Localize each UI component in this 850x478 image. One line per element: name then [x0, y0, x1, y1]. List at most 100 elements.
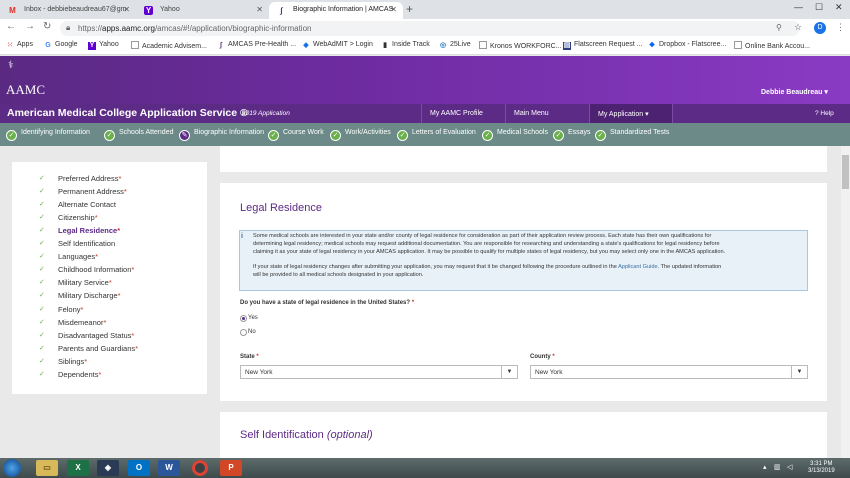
step-standardized-tests[interactable]: ✓ Standardized Tests [595, 129, 669, 141]
aamc-logo[interactable]: AAMC [6, 82, 45, 98]
bookmark-yahoo[interactable]: Y Yahoo [88, 41, 119, 50]
maximize-button[interactable]: ☐ [815, 2, 823, 13]
start-button[interactable] [3, 459, 21, 477]
check-icon: ✓ [553, 130, 564, 141]
tray-arrow-icon[interactable]: ▴ [763, 463, 767, 471]
check-icon: ✓ [39, 371, 45, 378]
check-icon: ✓ [397, 130, 408, 141]
back-icon[interactable]: ← [6, 21, 16, 32]
check-icon: ✓ [39, 175, 45, 182]
sidebar-item[interactable]: Citizenship* [58, 213, 98, 222]
step-letters-of-evaluation[interactable]: ✓ Letters of Evaluation [397, 129, 476, 141]
dropdown-arrow-icon: ▼ [791, 366, 807, 378]
system-clock[interactable]: 3:31 PM 3/13/2019 [808, 461, 835, 475]
bookmark-academic[interactable]: Academic Advisem... [131, 41, 207, 50]
menu-main-menu[interactable]: Main Menu [505, 104, 589, 123]
aamc-logo-icon: ⚕ [8, 60, 14, 71]
sidebar-item[interactable]: Permanent Address* [58, 187, 127, 196]
star-icon[interactable]: ☆ [794, 22, 802, 33]
applicant-guide-link[interactable]: Applicant Guide [618, 264, 658, 270]
sidebar-item[interactable]: Self Identification [58, 239, 115, 248]
step-identifying-information[interactable]: ✓ Identifying Information [6, 129, 90, 141]
url-text[interactable]: https://apps.aamc.org/amcas/#!/applicati… [78, 24, 311, 33]
chrome-icon[interactable] [192, 460, 208, 476]
bookmark-insidetrack[interactable]: ▮ Inside Track [381, 41, 430, 50]
sidebar-item[interactable]: Dependents* [58, 370, 101, 379]
sidebar-item[interactable]: Felony* [58, 305, 83, 314]
bookmark-amcas[interactable]: ∫ AMCAS Pre-Health ... [217, 41, 296, 50]
bookmark-google[interactable]: G Google [44, 41, 77, 50]
sidebar-item[interactable]: Alternate Contact [58, 200, 116, 209]
page-icon [479, 41, 487, 49]
tab-amcas[interactable]: ∫ Biographic Information | AMCAS ✕ [269, 2, 403, 19]
excel-icon[interactable]: X [67, 460, 89, 476]
menu-dots-icon[interactable]: ⋮ [836, 22, 845, 33]
site-header [0, 56, 850, 104]
bookmark-flatscreen[interactable]: ▤ Flatscreen Request ... [563, 41, 642, 50]
sidebar-item[interactable]: Parents and Guardians* [58, 344, 138, 353]
required-marker: * [117, 291, 121, 300]
sidebar-item[interactable]: Disadvantaged Status* [58, 331, 134, 340]
step-essays[interactable]: ✓ Essays [553, 129, 591, 141]
sidebar-item[interactable]: Languages* [58, 252, 98, 261]
menu-my-application[interactable]: My Application ▾ [589, 104, 673, 123]
info-line: claiming it as your state of legal resid… [253, 249, 726, 255]
step-biographic-information[interactable]: ✎ Biographic Information [179, 129, 264, 141]
reload-icon[interactable]: ↻ [43, 21, 51, 32]
county-select[interactable]: New York ▼ [530, 365, 808, 379]
menu-my-aamc-profile[interactable]: My AAMC Profile [421, 104, 505, 123]
state-select[interactable]: New York ▼ [240, 365, 518, 379]
forward-icon[interactable]: → [25, 21, 35, 32]
sidebar-item[interactable]: Childhood Information* [58, 265, 134, 274]
yes-radio[interactable] [240, 315, 247, 322]
powerpoint-icon[interactable]: P [220, 460, 242, 476]
required-marker: * [94, 213, 98, 222]
profile-avatar[interactable]: D [814, 22, 826, 34]
search-icon[interactable]: ⚲ [776, 23, 782, 32]
scrollbar[interactable] [841, 146, 850, 458]
step-medical-schools[interactable]: ✓ Medical Schools [482, 129, 548, 141]
sidebar-item[interactable]: Preferred Address* [58, 174, 121, 183]
word-icon[interactable]: W [158, 460, 180, 476]
tab-gmail[interactable]: M Inbox - debbiebeaudreau67@gm ✕ [0, 2, 136, 19]
step-schools-attended[interactable]: ✓ Schools Attended [104, 129, 174, 141]
no-radio[interactable] [240, 329, 247, 336]
network-icon[interactable]: ▥ [774, 463, 781, 471]
volume-icon[interactable]: ◁ [787, 463, 792, 471]
sidebar-item[interactable]: Siblings* [58, 357, 87, 366]
sidebar-item[interactable]: Legal Residence* [58, 226, 120, 235]
tab-label: Inbox - debbiebeaudreau67@gm [24, 6, 127, 13]
required-marker: * [131, 265, 135, 274]
tab-yahoo[interactable]: Y Yahoo ✕ [136, 2, 269, 19]
help-link[interactable]: ? Help [815, 110, 834, 117]
bookmark-apps[interactable]: ⁙ Apps [6, 41, 33, 50]
check-icon: ✓ [595, 130, 606, 141]
media-icon[interactable]: ◈ [97, 460, 119, 476]
close-window-button[interactable]: ✕ [835, 2, 843, 13]
bookmark-bank[interactable]: Online Bank Accou... [734, 41, 810, 50]
bookmark-25live[interactable]: ◎ 25Live [439, 41, 471, 50]
bookmark-webadmit[interactable]: ◆ WebAdMIT > Login [302, 41, 373, 50]
bookmark-dropbox[interactable]: ❖ Dropbox - Flatscree... [648, 41, 726, 50]
outlook-icon[interactable]: O [128, 460, 150, 476]
sidebar-item[interactable]: Military Service* [58, 278, 112, 287]
close-icon[interactable]: ✕ [390, 5, 397, 14]
check-icon: ✓ [39, 332, 45, 339]
close-icon[interactable]: ✕ [256, 5, 263, 14]
check-icon: ✓ [39, 345, 45, 352]
new-tab-button[interactable]: + [406, 2, 413, 16]
user-menu[interactable]: Debbie Beaudreau ▾ [761, 88, 828, 96]
bookmark-kronos[interactable]: Kronos WORKFORC... [479, 41, 562, 50]
no-label: No [248, 329, 256, 335]
minimize-button[interactable]: — [794, 2, 803, 12]
close-icon[interactable]: ✕ [123, 5, 130, 14]
file-explorer-icon[interactable]: ▭ [36, 460, 58, 476]
sidebar-item[interactable]: Military Discharge* [58, 291, 121, 300]
app-title: American Medical College Application Ser… [7, 107, 248, 119]
scrollbar-thumb[interactable] [842, 155, 849, 189]
step-course-work[interactable]: ✓ Course Work [268, 129, 324, 141]
step-work-activities[interactable]: ✓ Work/Activities [330, 129, 391, 141]
sidebar-item-label: Dependents [58, 370, 99, 379]
check-icon: ✓ [268, 130, 279, 141]
sidebar-item[interactable]: Misdemeanor* [58, 318, 106, 327]
